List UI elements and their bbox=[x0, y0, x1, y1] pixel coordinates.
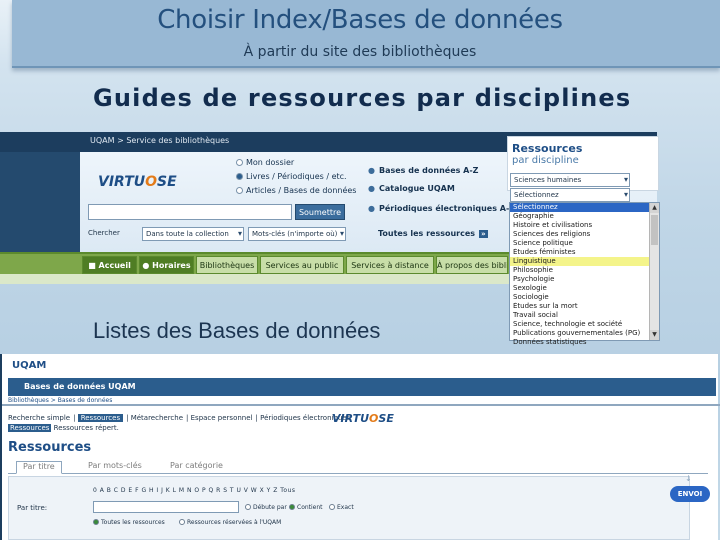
database-tabs: Recherche simple | Ressources | Métarecher… bbox=[8, 414, 351, 422]
dropdown-option[interactable]: Sociologie bbox=[510, 293, 650, 302]
tab-ressources[interactable]: Ressources bbox=[77, 414, 124, 422]
resources-title: Ressources bbox=[512, 142, 583, 155]
library-breadcrumb[interactable]: UQAM > Service des bibliothèques bbox=[90, 136, 229, 145]
radio-debute-par[interactable]: Débute par bbox=[245, 504, 287, 511]
search-tabs: Par titre Par mots-clés Par catégorie bbox=[8, 458, 708, 474]
dropdown-scrollbar[interactable]: ▲ ▼ bbox=[649, 203, 659, 340]
nav-tab-a-propos[interactable]: À propos des biblio bbox=[436, 256, 508, 274]
dropdown-option[interactable]: Sexologie bbox=[510, 284, 650, 293]
radio-icon bbox=[236, 159, 243, 166]
dropdown-items: Sélectionnez Géographie Histoire et civili… bbox=[510, 203, 659, 347]
dropdown-option[interactable]: Science politique bbox=[510, 239, 650, 248]
radio-icon bbox=[289, 504, 295, 510]
arrow-down-icon: ↓ bbox=[685, 474, 692, 483]
radio-toutes-ressources[interactable]: Toutes les ressources bbox=[93, 519, 165, 526]
title-search-input[interactable] bbox=[93, 501, 239, 513]
database-subtabs: Ressources Ressources répert. bbox=[8, 424, 119, 432]
radio-icon bbox=[179, 519, 185, 525]
bullet-icon: ● bbox=[368, 166, 375, 175]
uqam-header: UQAM bbox=[12, 360, 47, 371]
tab-par-mots-cles[interactable]: Par mots-clés bbox=[82, 461, 148, 474]
bullet-icon: ● bbox=[368, 184, 375, 193]
listes-heading: Listes des Bases de données bbox=[93, 318, 381, 343]
tab-par-titre[interactable]: Par titre bbox=[16, 461, 62, 474]
scroll-up-icon[interactable]: ▲ bbox=[650, 203, 659, 213]
dropdown-option[interactable]: Philosophie bbox=[510, 266, 650, 275]
nav-tab-bibliotheques[interactable]: Bibliothèques bbox=[196, 256, 258, 274]
option-articles-bases[interactable]: Articles / Bases de données bbox=[236, 186, 356, 195]
dropdown-option[interactable]: Études féministes bbox=[510, 248, 650, 257]
resources-page-title: Ressources bbox=[8, 440, 92, 455]
link-periodiques-az[interactable]: ● Périodiques électroniques A-Z bbox=[368, 204, 515, 213]
envoi-button[interactable]: ENVOI bbox=[670, 486, 710, 502]
dropdown-option[interactable]: Publications gouvernementales (PG) bbox=[510, 329, 650, 338]
library-submit-button[interactable]: Soumettre bbox=[295, 204, 345, 220]
link-bases-donnees-az[interactable]: ● Bases de données A-Z bbox=[368, 166, 478, 175]
dropdown-option[interactable]: Sélectionnez bbox=[510, 203, 650, 212]
radio-contient[interactable]: Contient bbox=[289, 504, 323, 511]
search-in-label: Chercher bbox=[88, 229, 120, 237]
radio-icon bbox=[236, 173, 243, 180]
dropdown-option[interactable]: Travail social bbox=[510, 311, 650, 320]
scope-select[interactable]: Dans toute la collection bbox=[142, 227, 244, 241]
database-bar-title: Bases de données UQAM bbox=[24, 382, 136, 391]
slide-subtitle: À partir du site des bibliothèques bbox=[243, 44, 477, 60]
radio-exact[interactable]: Exact bbox=[329, 504, 354, 511]
dropdown-option[interactable]: Histoire et civilisations bbox=[510, 221, 650, 230]
dropdown-option[interactable]: Données statistiques bbox=[510, 338, 650, 347]
home-icon: ■ bbox=[88, 261, 99, 270]
alphabet-filter[interactable]: 0 A B C D E F G H I J K L M N O P Q R S … bbox=[93, 487, 296, 494]
subtab-ressources[interactable]: Ressources bbox=[8, 424, 52, 432]
divider bbox=[2, 404, 720, 406]
dropdown-option[interactable]: Sciences des religions bbox=[510, 230, 650, 239]
all-resources-link[interactable]: Toutes les ressources» bbox=[378, 229, 488, 238]
discipline-select[interactable]: Sciences humaines bbox=[510, 173, 630, 187]
nav-tab-horaires[interactable]: ● Horaires bbox=[139, 256, 194, 274]
database-breadcrumb[interactable]: Bibliothèques > Bases de données bbox=[8, 397, 112, 404]
par-titre-label: Par titre: bbox=[17, 504, 48, 512]
resources-subtitle: par discipline bbox=[512, 155, 579, 166]
search-form: 0 A B C D E F G H I J K L M N O P Q R S … bbox=[8, 476, 690, 540]
bullet-icon: ● bbox=[368, 204, 375, 213]
virtuose-logo: VIRTUOSE bbox=[332, 412, 394, 425]
scroll-thumb[interactable] bbox=[651, 215, 658, 245]
subtab-ressources-repert[interactable]: Ressources répert. bbox=[54, 424, 119, 432]
link-catalogue-uqam[interactable]: ● Catalogue UQAM bbox=[368, 184, 455, 193]
dropdown-option[interactable]: Études sur la mort bbox=[510, 302, 650, 311]
radio-ressources-reservees[interactable]: Ressources réservées à l'UQAM bbox=[179, 519, 281, 526]
database-site-screenshot: UQAM Bases de données UQAM Bibliothèques… bbox=[0, 354, 720, 540]
radio-icon bbox=[93, 519, 99, 525]
dropdown-option[interactable]: Géographie bbox=[510, 212, 650, 221]
arrow-icon: » bbox=[479, 230, 488, 238]
field-select[interactable]: Mots-clés (n'importe où) bbox=[248, 227, 346, 241]
database-title-bar: Bases de données UQAM bbox=[8, 378, 716, 396]
tab-par-categorie[interactable]: Par catégorie bbox=[164, 461, 229, 474]
slide-title: Choisir Index/Bases de données bbox=[157, 5, 563, 35]
subdiscipline-select[interactable]: Sélectionnez bbox=[510, 188, 630, 202]
tab-espace-personnel[interactable]: Espace personnel bbox=[191, 414, 253, 422]
virtuose-logo: VIRTUOSE bbox=[98, 174, 177, 190]
tab-metarecherche[interactable]: Métarecherche bbox=[131, 414, 183, 422]
nav-tab-services-public[interactable]: Services au public bbox=[260, 256, 344, 274]
option-mon-dossier[interactable]: Mon dossier bbox=[236, 158, 294, 167]
clock-icon: ● bbox=[142, 261, 153, 270]
scroll-down-icon[interactable]: ▼ bbox=[650, 330, 659, 340]
radio-icon bbox=[236, 187, 243, 194]
tab-recherche-simple[interactable]: Recherche simple bbox=[8, 414, 70, 422]
radio-icon bbox=[329, 504, 335, 510]
library-search-input[interactable] bbox=[88, 204, 292, 220]
discipline-dropdown-list[interactable]: Sélectionnez Géographie Histoire et civili… bbox=[509, 202, 660, 346]
radio-icon bbox=[245, 504, 251, 510]
guides-heading: Guides de ressources par disciplines bbox=[93, 84, 632, 112]
dropdown-option[interactable]: Linguistique bbox=[510, 257, 650, 266]
dropdown-option[interactable]: Science, technologie et société bbox=[510, 320, 650, 329]
nav-tab-services-distance[interactable]: Services à distance bbox=[346, 256, 434, 274]
nav-tab-accueil[interactable]: ■ Accueil bbox=[82, 256, 137, 274]
option-livres-periodiques[interactable]: Livres / Périodiques / etc. bbox=[236, 172, 347, 181]
dropdown-option[interactable]: Psychologie bbox=[510, 275, 650, 284]
